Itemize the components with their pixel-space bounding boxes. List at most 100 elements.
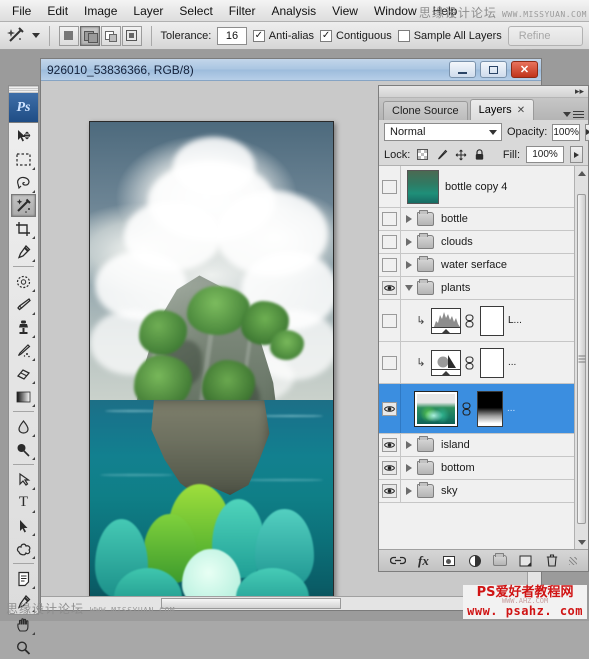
group-disclosure-icon[interactable]: [401, 261, 417, 269]
table-row[interactable]: ↳ L...: [379, 300, 588, 342]
eye-icon[interactable]: [382, 258, 397, 272]
eraser-tool-button[interactable]: [11, 362, 36, 385]
panel-collapse-bar[interactable]: ▸▸: [379, 86, 588, 98]
brush-tool-button[interactable]: [11, 293, 36, 316]
visibility-cell[interactable]: [379, 384, 401, 433]
eye-icon[interactable]: [382, 212, 397, 226]
gradient-tool-button[interactable]: [11, 385, 36, 408]
group-disclosure-icon[interactable]: [401, 441, 417, 449]
scroll-down-button[interactable]: [575, 535, 588, 549]
lock-position-icon[interactable]: [454, 148, 467, 161]
visibility-cell[interactable]: [379, 166, 401, 207]
delete-layer-button[interactable]: [544, 553, 560, 569]
eye-icon[interactable]: [382, 355, 397, 370]
healing-brush-tool-button[interactable]: [11, 270, 36, 293]
table-row[interactable]: bottle copy 4: [379, 166, 588, 208]
visibility-cell[interactable]: [379, 277, 401, 299]
visibility-cell[interactable]: [379, 254, 401, 276]
layer-style-button[interactable]: fx: [415, 553, 431, 569]
lock-transparent-pixels-icon[interactable]: [416, 148, 429, 161]
intersect-selection-button[interactable]: [121, 25, 142, 46]
menu-image[interactable]: Image: [76, 1, 125, 21]
group-disclosure-icon[interactable]: [401, 285, 417, 291]
rectangular-marquee-tool-button[interactable]: [11, 148, 36, 171]
group-disclosure-icon[interactable]: [401, 464, 417, 472]
contiguous-option[interactable]: ✓ Contiguous: [320, 29, 392, 42]
anti-alias-option[interactable]: ✓ Anti-alias: [252, 29, 314, 42]
menu-view[interactable]: View: [324, 1, 366, 21]
clone-stamp-tool-button[interactable]: [11, 316, 36, 339]
table-row[interactable]: plants: [379, 277, 588, 300]
close-icon[interactable]: ✕: [517, 105, 525, 116]
type-tool-button[interactable]: T: [11, 491, 36, 514]
lock-all-icon[interactable]: [473, 148, 486, 161]
table-row[interactable]: sky: [379, 480, 588, 503]
blur-tool-button[interactable]: [11, 415, 36, 438]
layers-panel-scrollbar[interactable]: [574, 166, 588, 549]
crop-tool-button[interactable]: [11, 217, 36, 240]
menu-file[interactable]: File: [4, 1, 39, 21]
magic-wand-tool-button[interactable]: [11, 194, 36, 217]
layer-thumbnail[interactable]: [407, 169, 439, 204]
scrollbar-thumb[interactable]: [161, 598, 341, 609]
menu-filter[interactable]: Filter: [221, 1, 264, 21]
add-layer-mask-button[interactable]: [441, 553, 457, 569]
pen-tool-button[interactable]: [11, 468, 36, 491]
eye-icon[interactable]: [382, 461, 397, 475]
zoom-tool-button[interactable]: [11, 636, 36, 659]
collapse-to-icons-icon[interactable]: ▸▸: [575, 87, 584, 96]
eye-icon[interactable]: [382, 313, 397, 328]
adjustment-layer-thumbnail[interactable]: [431, 307, 461, 334]
document-title-bar[interactable]: 926010_53836366, RGB/8) ✕: [41, 59, 541, 81]
visibility-cell[interactable]: [379, 457, 401, 479]
menu-help[interactable]: Help: [425, 1, 466, 21]
layer-mask-thumbnail[interactable]: [477, 390, 503, 427]
blend-mode-select[interactable]: Normal: [384, 123, 502, 141]
table-row[interactable]: water serface: [379, 254, 588, 277]
eye-icon[interactable]: [382, 235, 397, 249]
tool-preset-chevron-down-icon[interactable]: [32, 33, 40, 38]
table-row[interactable]: ...: [379, 384, 588, 434]
layer-mask-thumbnail[interactable]: [480, 305, 504, 336]
opacity-stepper[interactable]: [584, 123, 589, 141]
restore-button[interactable]: [480, 61, 507, 78]
layer-thumbnail[interactable]: [414, 390, 458, 427]
subtract-from-selection-button[interactable]: [100, 25, 121, 46]
new-layer-button[interactable]: [518, 553, 534, 569]
group-disclosure-icon[interactable]: [401, 215, 417, 223]
link-icon[interactable]: [465, 355, 474, 370]
menu-edit[interactable]: Edit: [39, 1, 76, 21]
panel-resize-grip-icon[interactable]: [569, 556, 578, 565]
table-row[interactable]: clouds: [379, 231, 588, 254]
menu-layer[interactable]: Layer: [125, 1, 171, 21]
contiguous-checkbox[interactable]: ✓: [320, 29, 333, 42]
refine-edge-button[interactable]: Refine Edge...: [507, 25, 583, 60]
link-icon[interactable]: [462, 401, 471, 416]
eyedropper-tool-button[interactable]: [11, 240, 36, 263]
new-selection-button[interactable]: [58, 25, 79, 46]
menu-select[interactable]: Select: [171, 1, 220, 21]
path-selection-tool-button[interactable]: [11, 514, 36, 537]
eye-icon[interactable]: [382, 179, 397, 194]
group-disclosure-icon[interactable]: [401, 238, 417, 246]
opacity-input[interactable]: 100%: [552, 123, 580, 141]
table-row[interactable]: island: [379, 434, 588, 457]
close-button[interactable]: ✕: [511, 61, 538, 78]
adjustment-layer-thumbnail[interactable]: [431, 349, 461, 376]
lasso-tool-button[interactable]: [11, 171, 36, 194]
fill-input[interactable]: 100%: [526, 146, 564, 163]
table-row[interactable]: bottom: [379, 457, 588, 480]
link-icon[interactable]: [465, 313, 474, 328]
layer-mask-thumbnail[interactable]: [480, 347, 504, 378]
custom-shape-tool-button[interactable]: [11, 537, 36, 560]
image-canvas[interactable]: 思缘设计论坛 WWW.MISSYUAN.COM: [89, 121, 334, 610]
visibility-cell[interactable]: [379, 342, 401, 383]
tab-layers[interactable]: Layers ✕: [469, 99, 535, 120]
layer-list[interactable]: bottle copy 4 bottle clouds water serfac…: [379, 166, 588, 549]
table-row[interactable]: ↳ ...: [379, 342, 588, 384]
eye-icon[interactable]: [382, 438, 397, 452]
new-group-button[interactable]: [492, 553, 508, 569]
notes-tool-button[interactable]: [11, 567, 36, 590]
toolbox-drag-handle[interactable]: [9, 86, 38, 93]
sample-all-layers-option[interactable]: Sample All Layers: [397, 29, 502, 42]
